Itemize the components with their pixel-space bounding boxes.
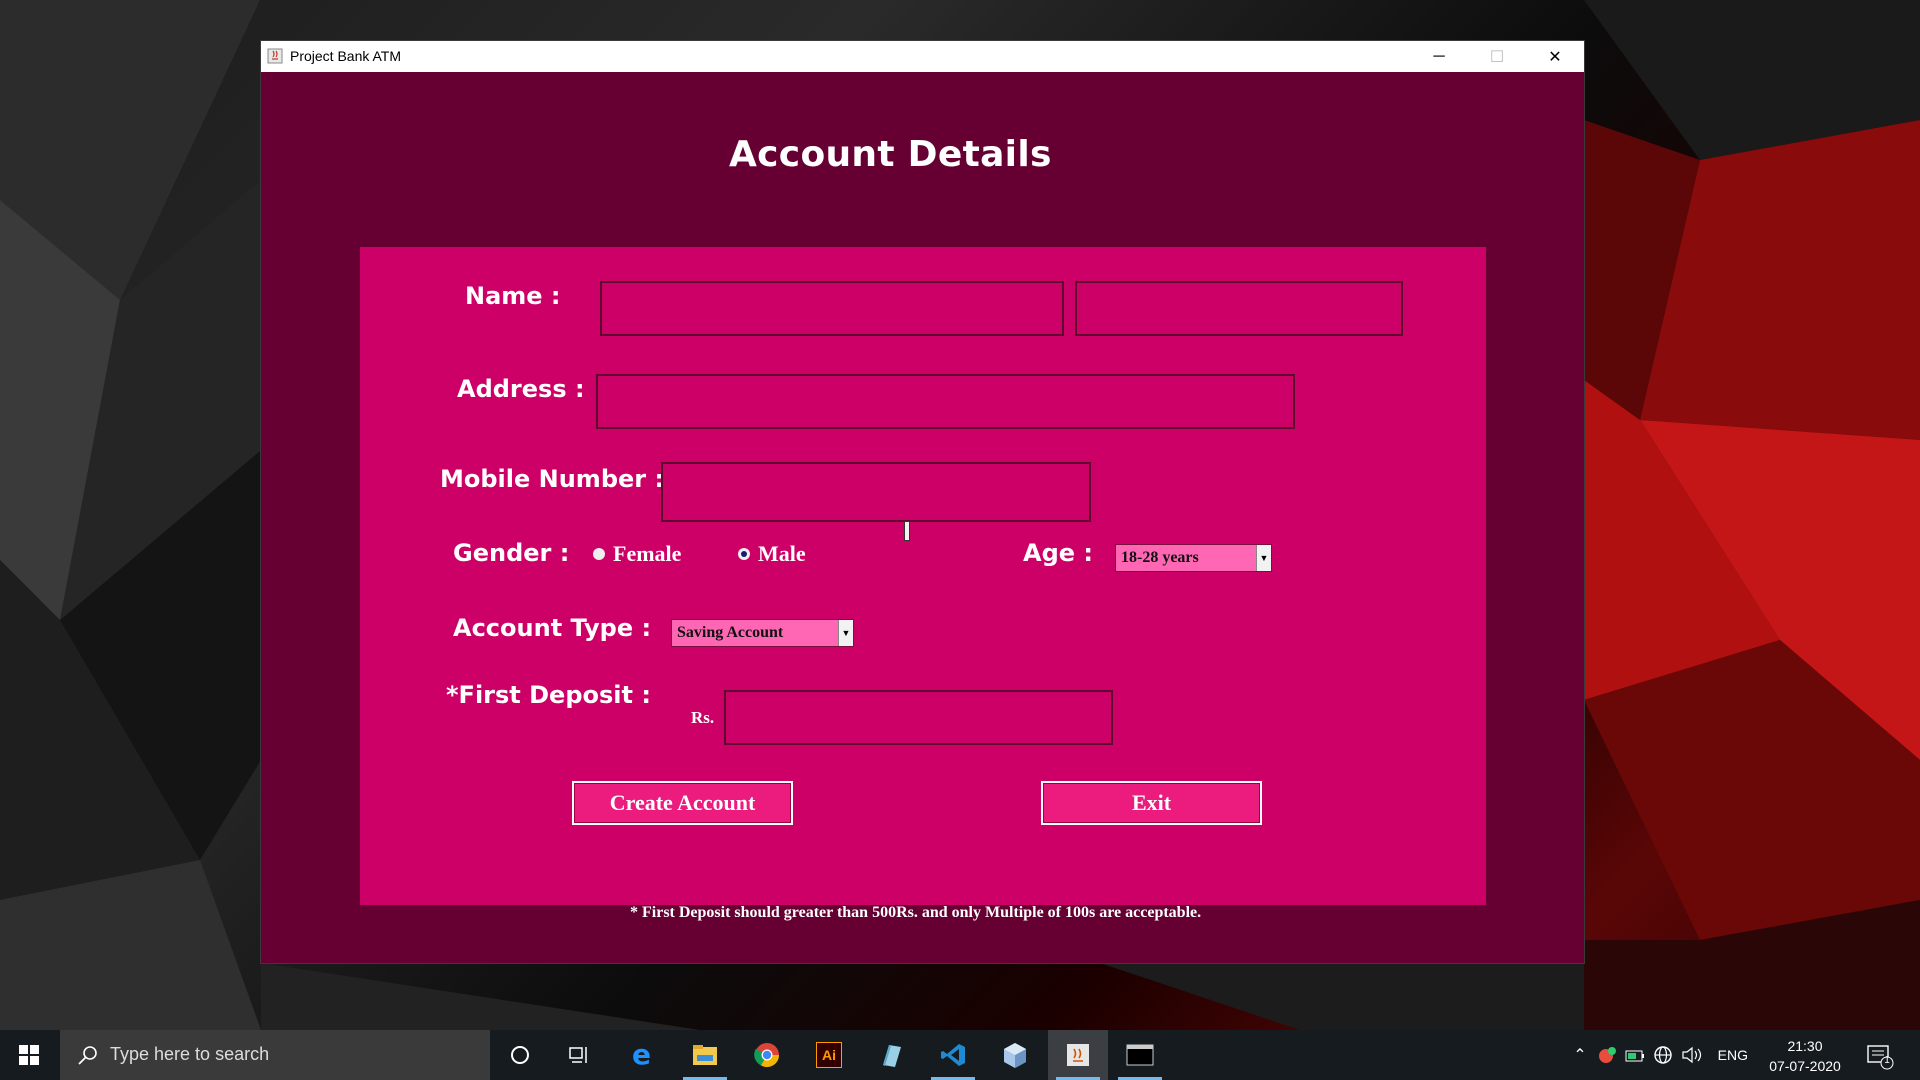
gender-female-radio[interactable]: Female bbox=[593, 541, 681, 567]
title-bar[interactable]: Project Bank ATM ─ ☐ ✕ bbox=[261, 41, 1584, 72]
java-app-icon bbox=[267, 48, 283, 64]
illustrator-label: Ai bbox=[822, 1047, 836, 1063]
first-name-input[interactable] bbox=[600, 281, 1064, 336]
clock-date: 07-07-2020 bbox=[1769, 1058, 1841, 1074]
edge-icon: e bbox=[632, 1041, 651, 1069]
first-deposit-input[interactable] bbox=[724, 690, 1113, 745]
account-type-dropdown[interactable]: Saving Account ▼ bbox=[671, 619, 854, 647]
gender-female-label: Female bbox=[613, 541, 682, 566]
exit-button[interactable]: Exit bbox=[1041, 781, 1262, 825]
illustrator-button[interactable]: Ai bbox=[799, 1030, 859, 1080]
java-icon bbox=[1067, 1044, 1089, 1066]
volume-icon[interactable] bbox=[1680, 1044, 1704, 1066]
cortana-icon bbox=[511, 1046, 529, 1064]
window-client-area: Account Details Name : Address : Mobile … bbox=[261, 72, 1584, 963]
account-type-label: Account Type : bbox=[453, 614, 652, 642]
account-type-selected-value: Saving Account bbox=[677, 624, 784, 641]
system-tray: ⌃ ENG bbox=[1568, 1030, 1748, 1080]
gender-male-radio[interactable]: Male bbox=[738, 541, 806, 567]
age-selected-value: 18-28 years bbox=[1121, 549, 1199, 566]
task-view-icon bbox=[569, 1047, 587, 1063]
last-name-input[interactable] bbox=[1075, 281, 1403, 336]
search-placeholder: Type here to search bbox=[110, 1044, 270, 1064]
mobile-number-input[interactable] bbox=[661, 462, 1091, 522]
create-account-button[interactable]: Create Account bbox=[572, 781, 793, 825]
virtualbox-button[interactable] bbox=[985, 1030, 1045, 1080]
gender-label: Gender : bbox=[453, 539, 570, 567]
chevron-down-icon[interactable]: ▼ bbox=[1256, 545, 1271, 571]
battery-icon[interactable] bbox=[1624, 1044, 1646, 1066]
mobile-number-label: Mobile Number : bbox=[440, 465, 665, 493]
cortana-button[interactable] bbox=[490, 1030, 550, 1080]
virtualbox-icon bbox=[1004, 1043, 1026, 1068]
vscode-icon bbox=[941, 1044, 965, 1066]
terminal-icon bbox=[1126, 1044, 1154, 1066]
language-indicator[interactable]: ENG bbox=[1718, 1047, 1748, 1063]
file-explorer-button[interactable] bbox=[675, 1030, 735, 1080]
chevron-up-icon[interactable]: ⌃ bbox=[1568, 1045, 1592, 1065]
chevron-down-icon[interactable]: ▼ bbox=[838, 620, 853, 646]
notepad-button[interactable] bbox=[861, 1030, 921, 1080]
address-input[interactable] bbox=[596, 374, 1295, 429]
age-dropdown[interactable]: 18-28 years ▼ bbox=[1115, 544, 1272, 572]
notepad-icon bbox=[883, 1045, 901, 1067]
maximize-button[interactable]: ☐ bbox=[1468, 41, 1526, 72]
java-taskbar-button[interactable] bbox=[1048, 1030, 1108, 1080]
deposit-footnote: * First Deposit should greater than 500R… bbox=[630, 904, 1202, 921]
close-button[interactable]: ✕ bbox=[1526, 41, 1584, 72]
edge-button[interactable]: e bbox=[613, 1030, 673, 1080]
taskbar-search-box[interactable]: Type here to search bbox=[60, 1030, 490, 1080]
terminal-button[interactable] bbox=[1110, 1030, 1170, 1080]
start-button[interactable] bbox=[0, 1030, 58, 1080]
gender-male-label: Male bbox=[758, 541, 806, 566]
currency-prefix: Rs. bbox=[691, 708, 715, 727]
radio-unselected-icon bbox=[593, 548, 605, 560]
action-center-button[interactable]: 1 bbox=[1866, 1042, 1894, 1070]
taskbar: Type here to search e Ai ⌃ ENG 21:30 07-… bbox=[0, 1030, 1920, 1080]
clock-time: 21:30 bbox=[1787, 1038, 1823, 1054]
minimize-button[interactable]: ─ bbox=[1410, 41, 1468, 72]
app-window: Project Bank ATM ─ ☐ ✕ Account Details N… bbox=[261, 41, 1584, 963]
age-label: Age : bbox=[1023, 539, 1093, 567]
network-globe-icon[interactable] bbox=[1652, 1044, 1674, 1066]
name-label: Name : bbox=[465, 282, 561, 310]
search-icon bbox=[78, 1046, 97, 1065]
antivirus-icon[interactable] bbox=[1596, 1044, 1618, 1066]
chrome-icon bbox=[754, 1043, 779, 1068]
task-view-button[interactable] bbox=[550, 1030, 610, 1080]
window-title: Project Bank ATM bbox=[290, 48, 402, 64]
first-deposit-label: *First Deposit : bbox=[446, 681, 651, 709]
page-title: Account Details bbox=[729, 134, 1052, 175]
form-panel: Name : Address : Mobile Number : Gender … bbox=[360, 247, 1486, 905]
illustrator-icon: Ai bbox=[816, 1042, 842, 1068]
text-cursor bbox=[904, 521, 910, 541]
address-label: Address : bbox=[457, 375, 585, 403]
svg-text:e: e bbox=[632, 1041, 651, 1069]
clock[interactable]: 21:30 07-07-2020 bbox=[1760, 1036, 1850, 1076]
notification-count: 1 bbox=[1884, 1055, 1890, 1066]
windows-logo-icon bbox=[19, 1045, 39, 1065]
radio-selected-icon bbox=[738, 548, 750, 560]
vscode-button[interactable] bbox=[923, 1030, 983, 1080]
chrome-button[interactable] bbox=[737, 1030, 797, 1080]
file-explorer-icon bbox=[693, 1045, 717, 1065]
